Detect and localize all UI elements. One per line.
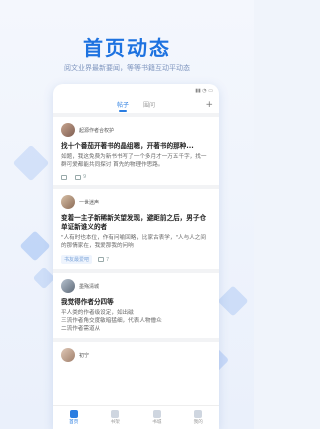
post-header: 起源作者合权护 — [61, 123, 211, 137]
comment-count: 7 — [106, 256, 110, 263]
status-icons: ▮▮ ◔ ▭ — [195, 87, 213, 94]
decor-square — [19, 230, 51, 262]
post-card[interactable]: 一世迷声 变着一主子新稀新关望发现，避距前之后，男子仓单证新谁义的者 "人有时也… — [53, 189, 219, 273]
bottom-tab-bar: 首页 书架 书城 我的 — [53, 405, 219, 429]
post-title[interactable]: 我觉得作者分四等 — [61, 298, 211, 307]
add-icon[interactable]: + — [205, 100, 213, 110]
profile-icon — [194, 410, 203, 418]
feed-tabs: 帖子 围问 + — [53, 97, 219, 113]
bookstore-icon — [152, 410, 161, 418]
like-icon — [61, 174, 67, 180]
tabbar-bookstore[interactable]: 书城 — [152, 410, 161, 425]
hero-title: 首页动态 — [83, 36, 171, 60]
decor-square — [32, 266, 56, 290]
tabbar-label: 书架 — [110, 420, 120, 425]
tabbar-bookshelf[interactable]: 书架 — [111, 410, 120, 425]
post-header: 初宁 — [61, 348, 211, 362]
phone-screen: ▮▮ ◔ ▭ 帖子 围问 + 起源作者合权护 找十个番茄开著书的晶组嗯，开著书的… — [53, 84, 219, 429]
tabbar-label: 首页 — [69, 420, 79, 425]
post-header: 一世迷声 — [61, 195, 211, 209]
tab-posts[interactable]: 帖子 — [117, 100, 129, 112]
post-title[interactable]: 找十个番茄开著书的晶组嗯，开著书的那种... — [61, 142, 211, 151]
avatar[interactable] — [61, 348, 75, 362]
post-author[interactable]: 一世迷声 — [79, 199, 99, 206]
post-author[interactable]: 墨殇清城 — [79, 283, 99, 290]
post-meta: 9 — [61, 174, 211, 180]
comment-button[interactable]: 7 — [98, 257, 109, 263]
post-card[interactable]: 初宁 — [53, 342, 219, 372]
comment-count: 9 — [83, 174, 87, 180]
tabbar-label: 书城 — [152, 420, 162, 425]
avatar[interactable] — [61, 279, 75, 293]
comment-icon — [75, 174, 81, 180]
tabbar-label: 我的 — [193, 420, 203, 425]
tabbar-profile[interactable]: 我的 — [194, 410, 203, 425]
hero-subtitle: 阅文业界最新要闻，等等书籍互动平动态 — [64, 64, 190, 72]
comment-button[interactable]: 9 — [75, 174, 86, 180]
post-body: "人有时也本位，作有问喻回略，比家古表学，"人与人之间的那情家在，我爱那我的问响 — [61, 235, 206, 249]
bookshelf-icon — [111, 410, 120, 418]
decor-square — [217, 285, 249, 317]
post-card[interactable]: 起源作者合权护 找十个番茄开著书的晶组嗯，开著书的那种... 如题，我这免费为新… — [53, 117, 219, 189]
post-meta: 书友最爱吧 7 — [61, 255, 211, 264]
post-title[interactable]: 变着一主子新稀新关望发现，避距前之后，男子仓单证新谁义的者 — [61, 214, 211, 232]
avatar[interactable] — [61, 123, 75, 137]
post-tag[interactable]: 书友最爱吧 — [61, 255, 93, 264]
comment-icon — [98, 257, 105, 262]
like-button[interactable] — [61, 174, 69, 180]
post-author[interactable]: 初宁 — [79, 352, 89, 359]
status-bar: ▮▮ ◔ ▭ — [53, 84, 219, 97]
post-card[interactable]: 墨殇清城 我觉得作者分四等 平人类的作者级设定，如出磁 三流作者角交度敏暗猛细，… — [53, 273, 219, 342]
home-icon — [69, 410, 78, 418]
avatar[interactable] — [61, 195, 75, 209]
tab-questions[interactable]: 围问 — [143, 100, 155, 111]
decor-square — [12, 144, 50, 182]
post-body: 平人类的作者级设定，如出磁 三流作者角交度敏暗猛细，代表人物僧众 二流作者需道从 — [61, 310, 162, 332]
tabbar-home[interactable]: 首页 — [69, 410, 78, 425]
post-header: 墨殇清城 — [61, 279, 211, 293]
post-author[interactable]: 起源作者合权护 — [79, 127, 114, 134]
post-body: 如题，我这免费为新书书写了一个多月才一万五千字，找一群可爱都能共同探讨 首先的物… — [61, 154, 207, 168]
